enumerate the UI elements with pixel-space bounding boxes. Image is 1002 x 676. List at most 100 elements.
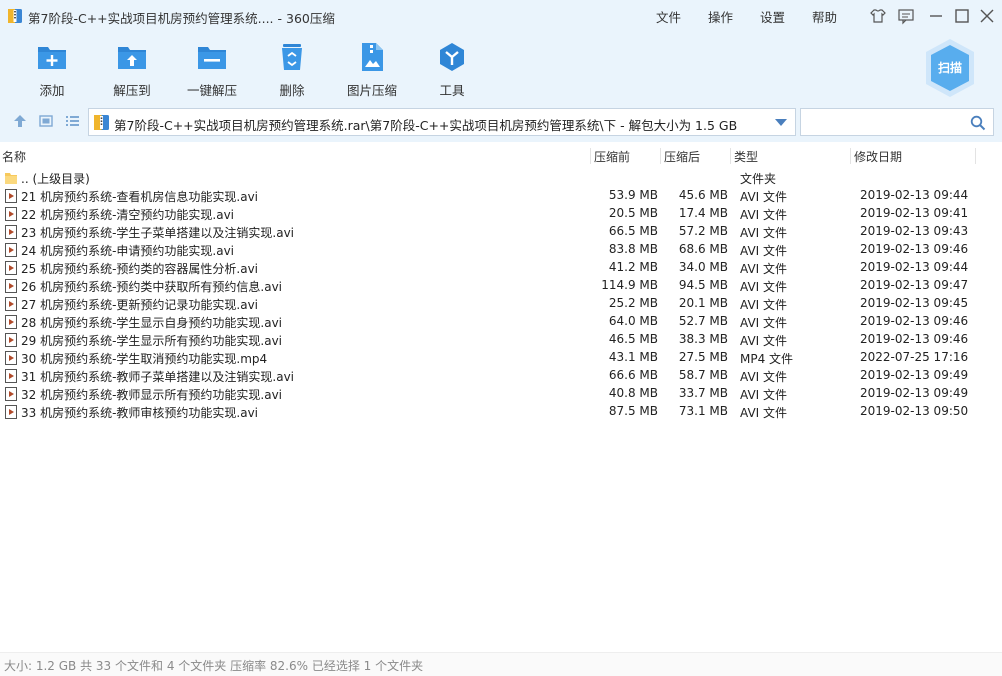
menu-settings[interactable]: 设置 — [760, 7, 785, 26]
status-text: 大小: 1.2 GB 共 33 个文件和 4 个文件夹 压缩率 82.6% 已经… — [4, 659, 424, 673]
file-type: AVI 文件 — [740, 406, 788, 420]
address-bar[interactable]: 第7阶段-C++实战项目机房预约管理系统.rar\第7阶段-C++实战项目机房预… — [88, 108, 796, 136]
address-row: 第7阶段-C++实战项目机房预约管理系统.rar\第7阶段-C++实战项目机房预… — [0, 104, 1002, 142]
title-bar: 第7阶段-C++实战项目机房预约管理系统.... - 360压缩 文件 操作 设… — [0, 0, 1002, 32]
toolbar: 添加 解压到 一键解压 删除 图片压缩 工具 扫描 — [0, 32, 1002, 104]
video-file-icon — [5, 261, 17, 275]
search-input[interactable] — [805, 112, 965, 132]
file-date: 2019-02-13 09:43 — [860, 224, 969, 238]
add-button[interactable]: 添加 — [12, 38, 92, 100]
menu-operate[interactable]: 操作 — [708, 7, 733, 26]
table-row[interactable]: 32 机房预约系统-教师显示所有预约功能实现.avi 40.8 MB 33.7 … — [0, 385, 1002, 403]
file-type: AVI 文件 — [740, 262, 788, 276]
parent-dir-row[interactable]: .. (上级目录) 文件夹 — [0, 169, 1002, 187]
column-type[interactable]: 类型 — [734, 148, 758, 165]
file-name: 29 机房预约系统-学生显示所有预约功能实现.avi — [21, 334, 283, 348]
file-size-after: 20.1 MB — [678, 296, 728, 310]
video-file-icon — [5, 279, 17, 293]
up-arrow-icon[interactable] — [12, 113, 28, 129]
file-size-before: 46.5 MB — [608, 332, 658, 346]
column-divider[interactable] — [850, 148, 851, 164]
table-row[interactable]: 27 机房预约系统-更新预约记录功能实现.avi 25.2 MB 20.1 MB… — [0, 295, 1002, 313]
chevron-down-icon[interactable] — [775, 119, 787, 126]
file-size-after: 52.7 MB — [678, 314, 728, 328]
extract-folder-icon — [118, 47, 146, 69]
menu-help[interactable]: 帮助 — [812, 7, 837, 26]
image-compress-button[interactable]: 图片压缩 — [332, 38, 412, 100]
file-type: AVI 文件 — [740, 298, 788, 312]
image-compress-icon — [362, 43, 383, 71]
image-compress-label: 图片压缩 — [346, 83, 397, 98]
column-divider[interactable] — [730, 148, 731, 164]
extract-to-button[interactable]: 解压到 — [92, 38, 172, 100]
menu-file[interactable]: 文件 — [656, 7, 681, 26]
column-divider[interactable] — [660, 148, 661, 164]
file-size-after: 58.7 MB — [678, 368, 728, 382]
file-size-after: 94.5 MB — [678, 278, 728, 292]
table-row[interactable]: 28 机房预约系统-学生显示自身预约功能实现.avi 64.0 MB 52.7 … — [0, 313, 1002, 331]
list-view-icon[interactable] — [64, 113, 80, 129]
window-title: 第7阶段-C++实战项目机房预约管理系统.... - 360压缩 — [28, 11, 335, 26]
file-type: AVI 文件 — [740, 190, 788, 204]
search-icon[interactable] — [970, 115, 986, 131]
table-row[interactable]: 29 机房预约系统-学生显示所有预约功能实现.avi 46.5 MB 38.3 … — [0, 331, 1002, 349]
skin-icon[interactable] — [868, 6, 888, 26]
file-date: 2019-02-13 09:45 — [860, 296, 969, 310]
maximize-icon[interactable] — [952, 6, 972, 26]
video-file-icon — [5, 351, 17, 365]
file-size-after: 57.2 MB — [678, 224, 728, 238]
file-size-before: 66.6 MB — [608, 368, 658, 382]
table-row[interactable]: 25 机房预约系统-预约类的容器属性分析.avi 41.2 MB 34.0 MB… — [0, 259, 1002, 277]
file-date: 2019-02-13 09:44 — [860, 260, 969, 274]
column-divider[interactable] — [975, 148, 976, 164]
table-row[interactable]: 26 机房预约系统-预约类中获取所有预约信息.avi 114.9 MB 94.5… — [0, 277, 1002, 295]
file-name: 28 机房预约系统-学生显示自身预约功能实现.avi — [21, 316, 283, 330]
scan-button[interactable]: 扫描 — [922, 37, 978, 99]
one-click-extract-label: 一键解压 — [186, 83, 237, 98]
thumbnail-view-icon[interactable] — [38, 113, 54, 129]
table-row[interactable]: 33 机房预约系统-教师审核预约功能实现.avi 87.5 MB 73.1 MB… — [0, 403, 1002, 421]
file-size-after: 73.1 MB — [678, 404, 728, 418]
file-name: 23 机房预约系统-学生子菜单搭建以及注销实现.avi — [21, 226, 295, 240]
file-size-before: 87.5 MB — [608, 404, 658, 418]
file-size-after: 27.5 MB — [678, 350, 728, 364]
file-name: 25 机房预约系统-预约类的容器属性分析.avi — [21, 262, 259, 276]
column-compressed-before[interactable]: 压缩前 — [594, 148, 630, 165]
file-name: 22 机房预约系统-清空预约功能实现.avi — [21, 208, 235, 222]
one-click-extract-button[interactable]: 一键解压 — [172, 38, 252, 100]
feedback-icon[interactable] — [896, 6, 916, 26]
table-row[interactable]: 31 机房预约系统-教师子菜单搭建以及注销实现.avi 66.6 MB 58.7… — [0, 367, 1002, 385]
file-date: 2019-02-13 09:46 — [860, 332, 969, 346]
column-modified[interactable]: 修改日期 — [854, 148, 902, 165]
table-row[interactable]: 30 机房预约系统-学生取消预约功能实现.mp4 43.1 MB 27.5 MB… — [0, 349, 1002, 367]
table-row[interactable]: 23 机房预约系统-学生子菜单搭建以及注销实现.avi 66.5 MB 57.2… — [0, 223, 1002, 241]
video-file-icon — [5, 387, 17, 401]
one-click-extract-icon — [198, 47, 226, 69]
table-row[interactable]: 22 机房预约系统-清空预约功能实现.avi 20.5 MB 17.4 MB A… — [0, 205, 1002, 223]
minimize-icon[interactable] — [926, 6, 946, 26]
file-size-after: 38.3 MB — [678, 332, 728, 346]
close-icon[interactable] — [977, 6, 997, 26]
video-file-icon — [5, 369, 17, 383]
file-size-before: 41.2 MB — [608, 260, 658, 274]
file-type: AVI 文件 — [740, 280, 788, 294]
file-name: 32 机房预约系统-教师显示所有预约功能实现.avi — [21, 388, 283, 402]
file-name: 31 机房预约系统-教师子菜单搭建以及注销实现.avi — [21, 370, 295, 384]
column-divider[interactable] — [590, 148, 591, 164]
folder-icon — [5, 173, 17, 184]
delete-label: 删除 — [279, 83, 305, 98]
file-date: 2019-02-13 09:50 — [860, 404, 969, 418]
delete-button[interactable]: 删除 — [252, 38, 332, 100]
file-size-before: 40.8 MB — [608, 386, 658, 400]
column-name[interactable]: 名称 — [2, 148, 26, 165]
table-row[interactable]: 24 机房预约系统-申请预约功能实现.avi 83.8 MB 68.6 MB A… — [0, 241, 1002, 259]
tools-button[interactable]: 工具 — [412, 38, 492, 100]
scan-label: 扫描 — [938, 60, 962, 75]
file-type: AVI 文件 — [740, 388, 788, 402]
file-size-after: 68.6 MB — [678, 242, 728, 256]
file-name: 24 机房预约系统-申请预约功能实现.avi — [21, 244, 235, 258]
table-row[interactable]: 21 机房预约系统-查看机房信息功能实现.avi 53.9 MB 45.6 MB… — [0, 187, 1002, 205]
video-file-icon — [5, 225, 17, 239]
file-date: 2019-02-13 09:47 — [860, 278, 969, 292]
column-compressed-after[interactable]: 压缩后 — [664, 148, 700, 165]
